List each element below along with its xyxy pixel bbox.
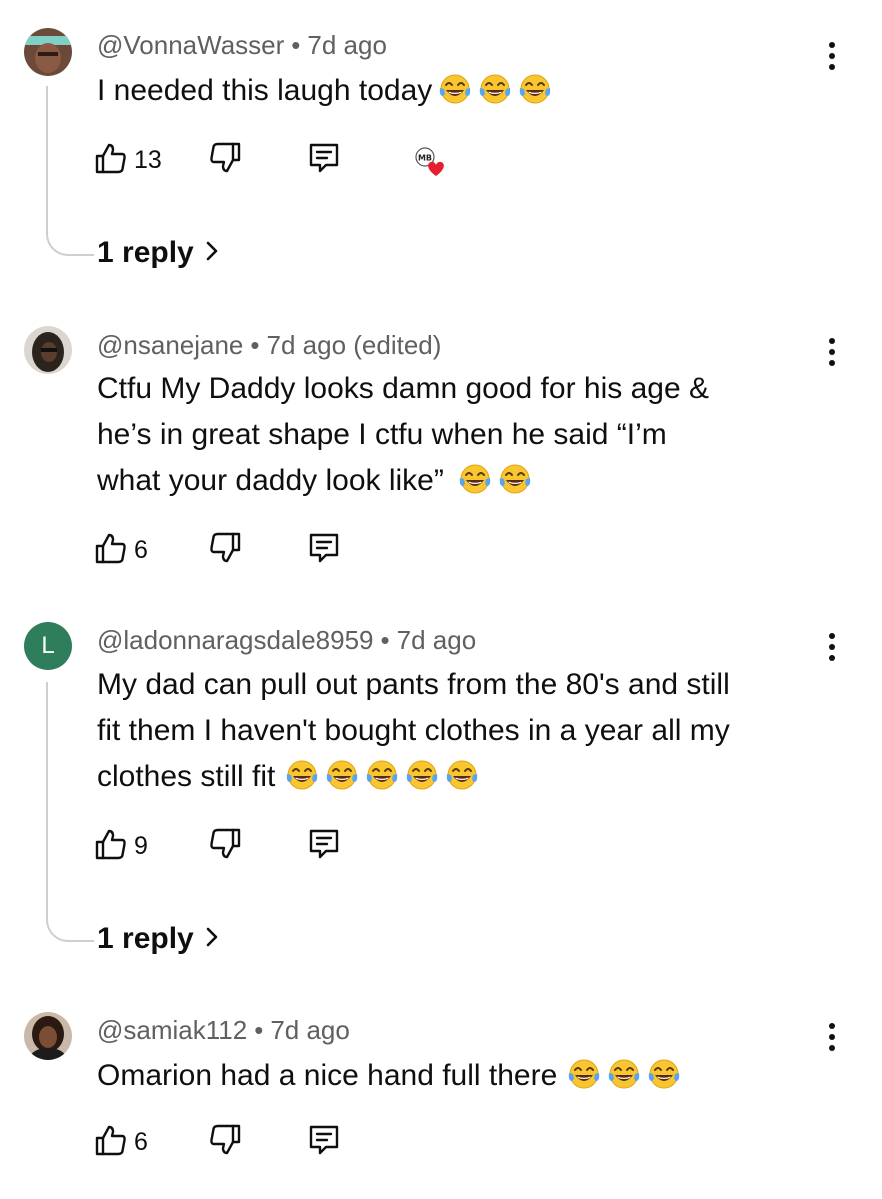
comment-text-line: what your daddy look like” (97, 464, 444, 497)
reply-comment-icon (306, 140, 342, 181)
meta-separator: • (291, 30, 301, 60)
comment-text-line: he’s in great shape I ctfu when he said … (97, 418, 667, 451)
reply-button[interactable] (306, 1122, 342, 1162)
reply-thread-line (46, 682, 94, 942)
creator-heart-icon: MB (414, 146, 448, 180)
author-name[interactable]: @VonnaWasser (97, 30, 284, 60)
comment-text-line: fit them I haven't bought clothes in a y… (97, 714, 730, 747)
like-button[interactable]: 13 (94, 140, 162, 180)
tears-of-joy-emoji-icon (445, 758, 479, 792)
reply-button[interactable] (306, 530, 342, 570)
comment-text: My dad can pull out pants from the 80's … (97, 662, 837, 800)
avatar[interactable]: L (24, 622, 72, 670)
tears-of-joy-emoji-icon (498, 462, 532, 496)
meta-separator: • (254, 1015, 264, 1045)
svg-text:MB: MB (418, 154, 432, 163)
thumbs-down-icon (208, 1123, 242, 1162)
comment-meta: @nsanejane • 7d ago (edited) (97, 330, 441, 361)
dislike-button[interactable] (208, 826, 242, 866)
reply-comment-icon (306, 1122, 342, 1163)
dislike-button[interactable] (208, 530, 242, 570)
comment-text-line: My dad can pull out pants from the 80's … (97, 668, 730, 701)
comment-text: Omarion had a nice hand full there (97, 1053, 837, 1099)
comment-actions: 6 (94, 1122, 494, 1162)
like-button[interactable]: 6 (94, 530, 148, 570)
tears-of-joy-emoji-icon (438, 72, 472, 106)
comment-text: I needed this laugh today (97, 68, 837, 114)
reply-button[interactable] (306, 826, 342, 866)
thumbs-up-icon (94, 1123, 128, 1162)
thumbs-down-icon (208, 827, 242, 866)
tears-of-joy-emoji-icon (405, 758, 439, 792)
comment-text-line: Omarion had a nice hand full there (97, 1059, 558, 1092)
comment-time: 7d ago (270, 1015, 350, 1045)
tears-of-joy-emoji-icon (325, 758, 359, 792)
like-count: 6 (134, 535, 148, 564)
avatar[interactable] (24, 1012, 72, 1060)
tears-of-joy-emoji-icon (458, 462, 492, 496)
dislike-button[interactable] (208, 1122, 242, 1162)
comment-text-line: Ctfu My Daddy looks damn good for his ag… (97, 372, 709, 405)
tears-of-joy-emoji-icon (567, 1057, 601, 1091)
comment-actions: 13 MB (94, 140, 494, 180)
thumbs-up-icon (94, 531, 128, 570)
comment-time: 7d ago (edited) (266, 330, 442, 360)
chevron-right-icon (204, 923, 220, 957)
meta-separator: • (380, 625, 390, 655)
author-name[interactable]: @samiak112 (97, 1015, 247, 1045)
reply-button[interactable] (306, 140, 342, 180)
comment-time: 7d ago (396, 625, 477, 655)
more-vertical-icon[interactable] (820, 1021, 844, 1057)
tears-of-joy-emoji-icon (285, 758, 319, 792)
tears-of-joy-emoji-icon (647, 1057, 681, 1091)
chevron-right-icon (204, 237, 220, 271)
dislike-button[interactable] (208, 140, 242, 180)
author-name[interactable]: @nsanejane (97, 330, 243, 360)
thumbs-down-icon (208, 531, 242, 570)
reply-thread-line (46, 86, 94, 256)
comment-meta: @ladonnaragsdale8959 • 7d ago (97, 625, 476, 656)
replies-label: 1 reply (97, 236, 194, 269)
like-button[interactable]: 9 (94, 826, 148, 866)
reply-comment-icon (306, 530, 342, 571)
comment-text: Ctfu My Daddy looks damn good for his ag… (97, 366, 837, 504)
thumbs-up-icon (94, 827, 128, 866)
comment-text-line: clothes still fit (97, 760, 276, 793)
tears-of-joy-emoji-icon (518, 72, 552, 106)
comment-actions: 6 (94, 530, 494, 570)
comment-actions: 9 (94, 826, 494, 866)
view-replies-button[interactable]: 1 reply (97, 236, 220, 271)
avatar[interactable] (24, 326, 72, 374)
thumbs-up-icon (94, 141, 128, 180)
like-count: 6 (134, 1127, 148, 1156)
tears-of-joy-emoji-icon (607, 1057, 641, 1091)
tears-of-joy-emoji-icon (478, 72, 512, 106)
replies-label: 1 reply (97, 922, 194, 955)
comment-text-line: I needed this laugh today (97, 74, 433, 107)
thumbs-down-icon (208, 141, 242, 180)
view-replies-button[interactable]: 1 reply (97, 922, 220, 957)
comment-meta: @samiak112 • 7d ago (97, 1015, 350, 1046)
comment-time: 7d ago (307, 30, 387, 60)
like-count: 9 (134, 831, 148, 860)
like-button[interactable]: 6 (94, 1122, 148, 1162)
comment-meta: @VonnaWasser • 7d ago (97, 30, 387, 61)
reply-comment-icon (306, 826, 342, 867)
author-name[interactable]: @ladonnaragsdale8959 (97, 625, 374, 655)
like-count: 13 (134, 145, 162, 174)
tears-of-joy-emoji-icon (365, 758, 399, 792)
meta-separator: • (250, 330, 260, 360)
avatar[interactable] (24, 28, 72, 76)
